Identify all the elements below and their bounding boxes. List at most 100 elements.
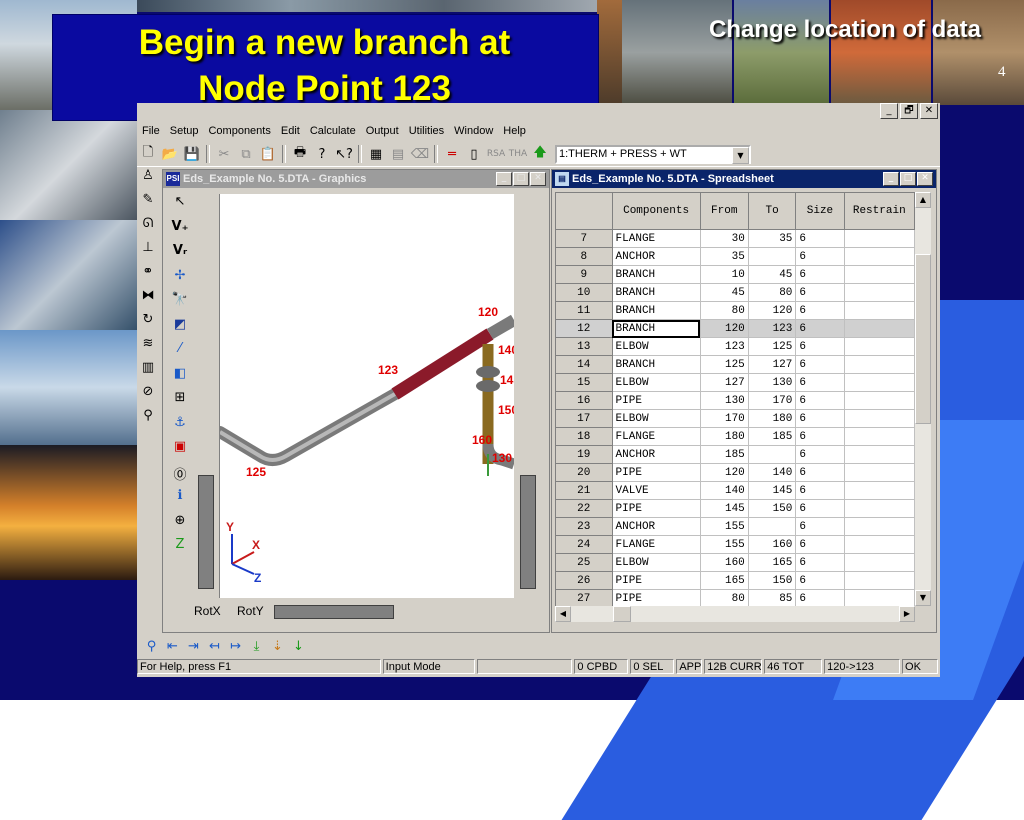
load-case-select[interactable]: 1:THERM + PRESS + WT ▼ <box>555 144 751 164</box>
cell-to[interactable]: 125 <box>747 337 797 356</box>
cell-size[interactable]: 6 <box>795 337 845 356</box>
cell-component[interactable]: BRANCH <box>611 319 701 338</box>
cell-component[interactable]: ELBOW <box>611 373 701 392</box>
row-number[interactable]: 27 <box>555 589 613 606</box>
cell-from[interactable]: 170 <box>699 409 749 428</box>
column-header-size[interactable]: Size <box>795 192 845 230</box>
cell-restraint[interactable] <box>843 481 915 500</box>
scroll-thumb[interactable] <box>915 254 931 424</box>
cell-to[interactable]: 130 <box>747 373 797 392</box>
menu-output[interactable]: Output <box>361 125 404 137</box>
tha-icon[interactable]: THA <box>508 144 528 164</box>
table-row[interactable]: 22 PIPE 145 150 6 <box>555 499 915 518</box>
cell-component[interactable]: ELBOW <box>611 337 701 356</box>
cell-component[interactable]: ANCHOR <box>611 445 701 464</box>
copy-icon[interactable]: ⧉ <box>236 144 256 164</box>
row-number[interactable]: 8 <box>555 247 613 266</box>
cell-size[interactable]: 6 <box>795 481 845 500</box>
menu-components[interactable]: Components <box>203 125 275 137</box>
node-number-icon[interactable]: ⊞ <box>169 390 191 415</box>
next-element-icon[interactable]: ⇥ <box>183 639 204 654</box>
cell-restraint[interactable] <box>843 499 915 518</box>
column-header-from[interactable]: From <box>699 192 749 230</box>
last-element-icon[interactable]: ↦ <box>225 639 246 654</box>
cell-to[interactable]: 123 <box>747 319 797 338</box>
menu-setup[interactable]: Setup <box>165 125 204 137</box>
cell-component[interactable]: PIPE <box>611 499 701 518</box>
node-tool-icon[interactable]: ⚲ <box>141 639 162 654</box>
cell-size[interactable]: 6 <box>795 283 845 302</box>
row-number[interactable]: 22 <box>555 499 613 518</box>
scroll-up-icon[interactable]: ▲ <box>915 192 931 208</box>
cell-restraint[interactable] <box>843 229 915 248</box>
row-number[interactable]: 15 <box>555 373 613 392</box>
row-number[interactable]: 17 <box>555 409 613 428</box>
insert-icon[interactable]: ↓ <box>288 639 309 654</box>
scroll-left-icon[interactable]: ◀ <box>555 606 571 622</box>
row-number[interactable]: 14 <box>555 355 613 374</box>
cell-to[interactable]: 150 <box>747 571 797 590</box>
cell-to[interactable]: 45 <box>747 265 797 284</box>
cell-component[interactable]: BRANCH <box>611 265 701 284</box>
row-number[interactable]: 19 <box>555 445 613 464</box>
cell-from[interactable]: 10 <box>699 265 749 284</box>
graphics-restore-button[interactable]: □ <box>513 172 529 186</box>
cell-component[interactable]: BRANCH <box>611 283 701 302</box>
cell-from[interactable]: 45 <box>699 283 749 302</box>
save-icon[interactable]: 💾 <box>182 144 202 164</box>
cell-from[interactable]: 130 <box>699 391 749 410</box>
graphics-titlebar[interactable]: PSI Eds_Example No. 5.DTA - Graphics _ □… <box>163 170 549 188</box>
cell-restraint[interactable] <box>843 355 915 374</box>
paste-icon[interactable]: 📋 <box>258 144 278 164</box>
cell-component[interactable]: ANCHOR <box>611 247 701 266</box>
menu-edit[interactable]: Edit <box>276 125 305 137</box>
open-folder-icon[interactable]: 📂 <box>160 144 180 164</box>
cell-to[interactable] <box>747 517 797 536</box>
cell-from[interactable]: 145 <box>699 499 749 518</box>
cell-component[interactable]: VALVE <box>611 481 701 500</box>
table-row[interactable]: 19 ANCHOR 185 6 <box>555 445 915 464</box>
flange-icon[interactable]: ⚭ <box>139 264 157 288</box>
cell-to[interactable]: 145 <box>747 481 797 500</box>
cell-to[interactable]: 150 <box>747 499 797 518</box>
eraser-icon[interactable]: ⌫ <box>410 144 430 164</box>
axis-icon[interactable]: ✢ <box>169 268 191 293</box>
hscroll-thumb[interactable] <box>613 606 631 622</box>
cell-size[interactable]: 6 <box>795 499 845 518</box>
row-number[interactable]: 24 <box>555 535 613 554</box>
row-number[interactable]: 23 <box>555 517 613 536</box>
new-file-icon[interactable]: 🗋 <box>138 144 158 164</box>
branch-icon[interactable]: ⇣ <box>267 639 288 654</box>
cell-restraint[interactable] <box>843 319 915 338</box>
scroll-right-icon[interactable]: ▶ <box>899 606 915 622</box>
row-number[interactable]: 11 <box>555 301 613 320</box>
table-row[interactable]: 17 ELBOW 170 180 6 <box>555 409 915 428</box>
table-row[interactable]: 18 FLANGE 180 185 6 <box>555 427 915 446</box>
cell-from[interactable]: 127 <box>699 373 749 392</box>
up-arrow-icon[interactable]: 🡅 <box>530 144 550 164</box>
table-row[interactable]: 11 BRANCH 80 120 6 <box>555 301 915 320</box>
pencil-icon[interactable]: ✎ <box>139 192 157 216</box>
row-number[interactable]: 18 <box>555 427 613 446</box>
menu-calculate[interactable]: Calculate <box>305 125 361 137</box>
graphics-close-button[interactable]: ✕ <box>530 172 546 186</box>
cell-size[interactable]: 6 <box>795 373 845 392</box>
find-icon[interactable]: 🔭 <box>169 292 191 317</box>
table-row[interactable]: 10 BRANCH 45 80 6 <box>555 283 915 302</box>
list-icon[interactable]: ▯ <box>464 144 484 164</box>
graphics-minimize-button[interactable]: _ <box>496 172 512 186</box>
menu-file[interactable]: File <box>137 125 165 137</box>
row-number[interactable]: 10 <box>555 283 613 302</box>
hanger-icon[interactable]: ᘏ <box>139 216 157 240</box>
cell-size[interactable]: 6 <box>795 301 845 320</box>
cell-size[interactable]: 6 <box>795 571 845 590</box>
compass-icon[interactable]: ⓪ <box>169 464 191 489</box>
cell-to[interactable] <box>747 247 797 266</box>
cell-size[interactable]: 6 <box>795 265 845 284</box>
cell-component[interactable]: FLANGE <box>611 535 701 554</box>
support-icon[interactable]: ⚲ <box>139 408 157 432</box>
grid-icon[interactable]: ▦ <box>366 144 386 164</box>
cell-component[interactable]: BRANCH <box>611 301 701 320</box>
cell-size[interactable]: 6 <box>795 427 845 446</box>
anchor-icon[interactable]: ⚓ <box>169 415 191 440</box>
